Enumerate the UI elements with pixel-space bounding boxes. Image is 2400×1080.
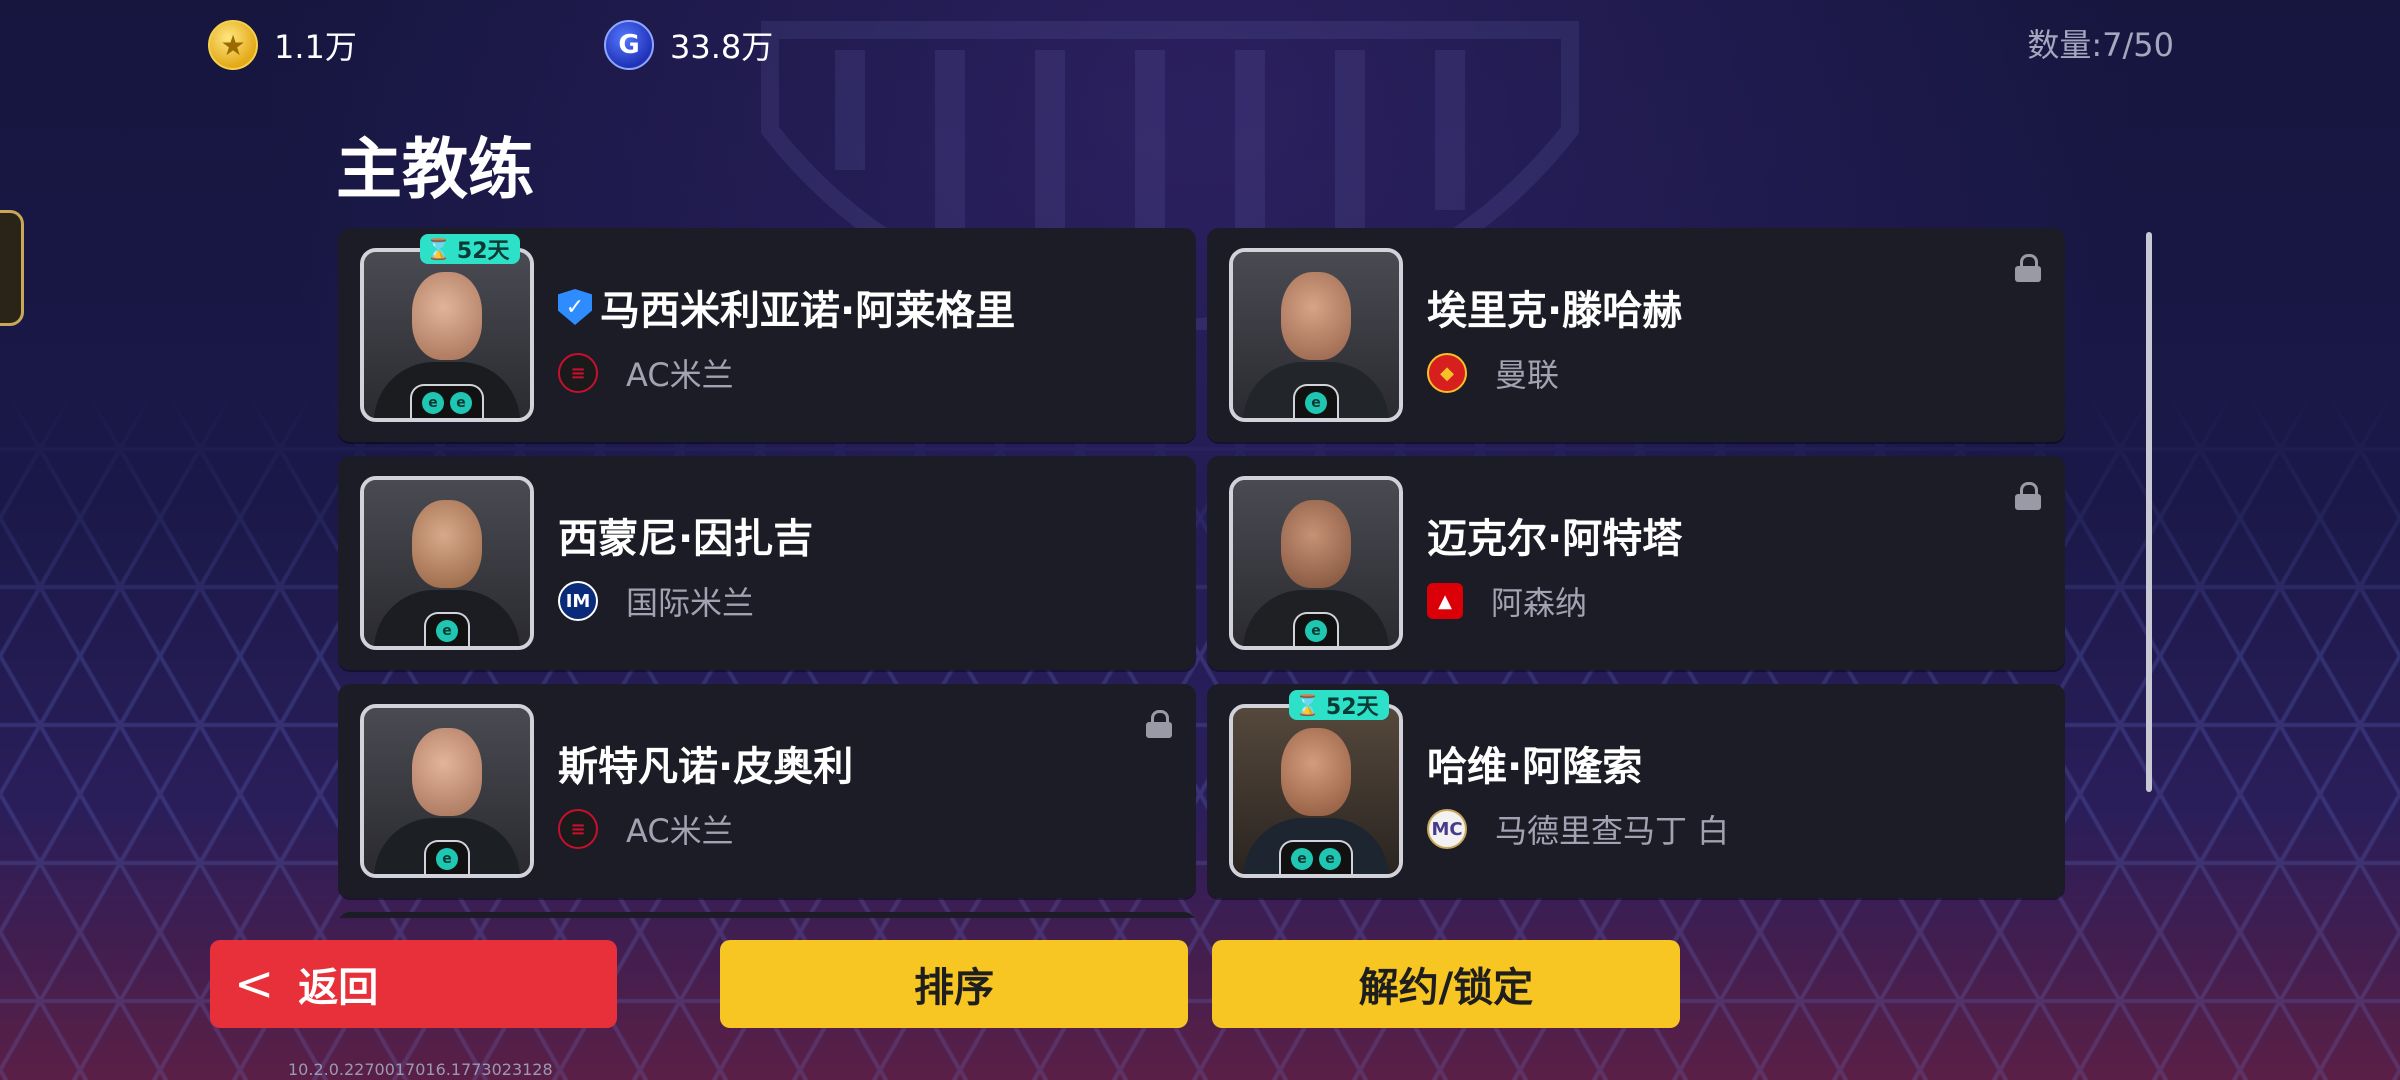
skill-tray: e e <box>410 384 484 418</box>
man-united-crest-icon: ◆ <box>1427 353 1467 393</box>
skill-icon: e <box>436 848 458 870</box>
sort-button[interactable]: 排序 <box>720 940 1188 1028</box>
back-button[interactable]: < 返回 <box>210 940 617 1028</box>
lock-icon <box>2015 482 2041 510</box>
coach-club: ◆ 曼联 <box>1427 350 1559 396</box>
hourglass-icon: ⌛ <box>1295 693 1320 717</box>
coach-name: 埃里克·滕哈赫 <box>1427 288 1683 334</box>
coach-club: ≡ AC米兰 <box>558 350 734 396</box>
lock-icon <box>2015 254 2041 282</box>
contract-days-badge: ⌛ 52天 <box>420 234 520 264</box>
coach-club: ▲ 阿森纳 <box>1427 578 1587 624</box>
lock-icon <box>1146 710 1172 738</box>
coach-portrait: e <box>360 704 534 878</box>
verified-shield-icon: ✓ <box>558 289 592 325</box>
gp-value: 33.8万 <box>670 28 774 66</box>
coach-card[interactable]: ⌛ 52天 e e 哈维·阿隆索 MC 马德里查马丁 白 <box>1207 684 2065 898</box>
coach-club: MC 马德里查马丁 白 <box>1427 806 1729 852</box>
coach-card[interactable]: e 埃里克·滕哈赫 ◆ 曼联 <box>1207 228 2065 442</box>
skill-icon: e <box>1319 848 1341 870</box>
coach-card[interactable]: ⌛ 52天 e e ✓ 马西米利亚诺·阿莱格里 ≡ AC米兰 <box>338 228 1196 442</box>
coach-count: 数量:7/50 <box>2027 26 2174 64</box>
skill-tray: e <box>1293 612 1339 646</box>
coach-name: 哈维·阿隆索 <box>1427 744 1643 790</box>
coach-portrait: e e <box>360 248 534 422</box>
top-bar: ★ 1.1万 G 33.8万 数量:7/50 <box>0 0 2400 84</box>
coach-portrait: e <box>360 476 534 650</box>
list-scrollbar[interactable] <box>2146 232 2152 792</box>
coach-club: IM 国际米兰 <box>558 578 754 624</box>
skill-tray: e <box>424 840 470 874</box>
chevron-left-icon: < <box>234 956 275 1012</box>
coach-portrait: e e <box>1229 704 1403 878</box>
page-title: 主教练 <box>336 131 534 208</box>
gp-balance: G 33.8万 <box>604 20 773 70</box>
coach-card-partial[interactable] <box>338 912 1196 918</box>
coach-name: ✓ 马西米利亚诺·阿莱格里 <box>558 278 1015 336</box>
ac-milan-crest-icon: ≡ <box>558 809 598 849</box>
inter-crest-icon: IM <box>558 581 598 621</box>
skill-icon: e <box>1305 392 1327 414</box>
gold-coin-icon: ★ <box>208 20 258 70</box>
gold-coin-balance: ★ 1.1万 <box>208 20 357 70</box>
coach-list[interactable]: ⌛ 52天 e e ✓ 马西米利亚诺·阿莱格里 ≡ AC米兰 e 埃里克·滕哈赫… <box>338 228 2065 918</box>
coach-card[interactable]: e 西蒙尼·因扎吉 IM 国际米兰 <box>338 456 1196 670</box>
coach-name: 迈克尔·阿特塔 <box>1427 516 1683 562</box>
skill-icon: e <box>1305 620 1327 642</box>
contract-days-badge: ⌛ 52天 <box>1289 690 1389 720</box>
ac-milan-crest-icon: ≡ <box>558 353 598 393</box>
madrid-chamartin-crest-icon: MC <box>1427 809 1467 849</box>
skill-tray: e e <box>1279 840 1353 874</box>
hourglass-icon: ⌛ <box>426 237 451 261</box>
coach-card[interactable]: e 迈克尔·阿特塔 ▲ 阿森纳 <box>1207 456 2065 670</box>
coach-name: 西蒙尼·因扎吉 <box>558 516 814 562</box>
version-label: 10.2.0.2270017016.1773023128 <box>288 1060 553 1079</box>
skill-icon: e <box>450 392 472 414</box>
skill-icon: e <box>1291 848 1313 870</box>
coach-portrait: e <box>1229 476 1403 650</box>
skill-tray: e <box>424 612 470 646</box>
skill-icon: e <box>422 392 444 414</box>
coach-club: ≡ AC米兰 <box>558 806 734 852</box>
gold-coin-value: 1.1万 <box>274 28 357 66</box>
coach-portrait: e <box>1229 248 1403 422</box>
release-lock-button[interactable]: 解约/锁定 <box>1212 940 1680 1028</box>
side-tab-handle[interactable] <box>0 210 24 326</box>
arsenal-crest-icon: ▲ <box>1427 583 1463 619</box>
coach-name: 斯特凡诺·皮奥利 <box>558 744 854 790</box>
gp-coin-icon: G <box>604 20 654 70</box>
skill-icon: e <box>436 620 458 642</box>
coach-card[interactable]: e 斯特凡诺·皮奥利 ≡ AC米兰 <box>338 684 1196 898</box>
skill-tray: e <box>1293 384 1339 418</box>
